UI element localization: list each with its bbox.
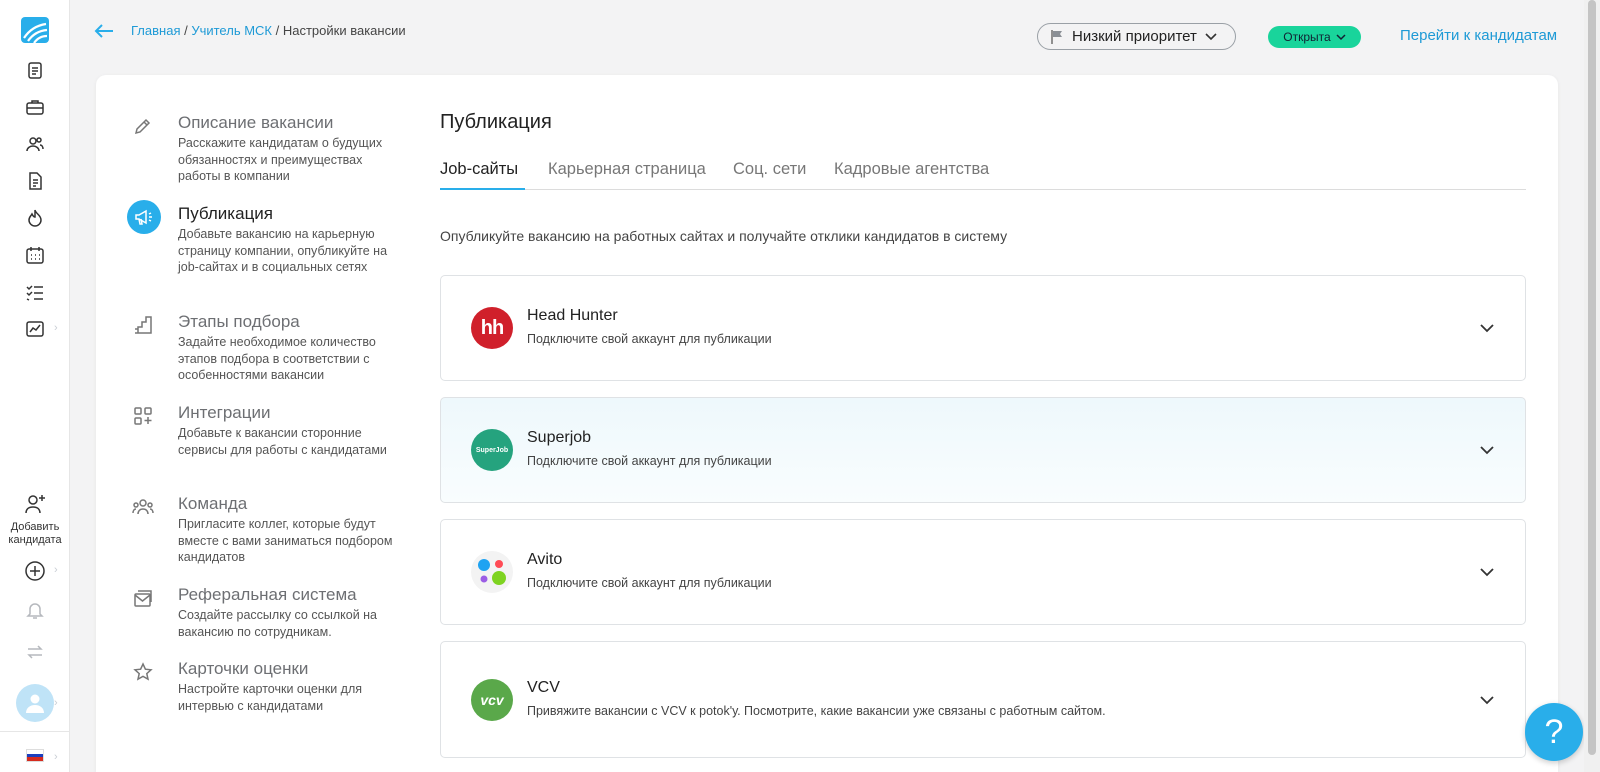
breadcrumb-current: Настройки вакансии	[282, 23, 406, 38]
swap-icon[interactable]	[23, 640, 47, 664]
superjob-logo-text: SuperJob	[475, 446, 509, 454]
document-icon[interactable]	[23, 169, 47, 193]
priority-dropdown[interactable]: Низкий приоритет	[1037, 23, 1236, 50]
site-superjob[interactable]: SuperJob Superjob Подключите свой аккаун…	[440, 397, 1526, 503]
step-desc: Расскажите кандидатам о будущих обязанно…	[178, 136, 383, 183]
step-title: Реферальная система	[178, 585, 357, 604]
headhunter-logo-text: hh	[480, 316, 504, 339]
step-title: Карточки оценки	[178, 659, 309, 678]
vcv-logo-text: vcv	[480, 692, 504, 708]
site-sub: Привяжите вакансии с VCV к potok'у. Посм…	[527, 704, 1106, 718]
breadcrumb-vacancy[interactable]: Учитель МСК	[191, 23, 272, 38]
add-candidate-label-1: Добавить	[10, 521, 60, 533]
status-label: Открыта	[1283, 30, 1331, 44]
step-title: Команда	[178, 494, 248, 513]
publication-intro: Опубликуйте вакансию на работных сайтах …	[440, 228, 1008, 244]
vacancies-icon[interactable]	[23, 58, 47, 82]
briefcase-icon[interactable]	[23, 95, 47, 119]
site-sub: Подключите свой аккаунт для публикации	[527, 332, 772, 346]
goto-candidates-link[interactable]: Перейти к кандидатам	[1400, 27, 1557, 44]
chevron-down-icon	[1205, 32, 1217, 40]
chevron-right-icon[interactable]: ›	[54, 564, 58, 576]
checklist-icon[interactable]	[23, 280, 47, 304]
stairs-icon	[132, 314, 154, 336]
site-avito[interactable]: Avito Подключите свой аккаунт для публик…	[440, 519, 1526, 625]
site-vcv[interactable]: vcv VCV Привяжите вакансии с VCV к potok…	[440, 641, 1526, 758]
add-candidate-label-2: кандидата	[8, 534, 62, 546]
status-dropdown[interactable]: Открыта	[1268, 26, 1361, 48]
potok-logo-icon[interactable]	[20, 16, 50, 44]
back-arrow-icon[interactable]	[93, 22, 115, 40]
superjob-logo-icon: SuperJob	[471, 429, 513, 471]
priority-label: Низкий приоритет	[1072, 28, 1197, 45]
step-desc: Задайте необходимое количество этапов по…	[178, 335, 376, 382]
fire-icon[interactable]	[23, 206, 47, 230]
tab-career-page[interactable]: Карьерная страница	[548, 160, 706, 179]
tab-job-sites[interactable]: Job-сайты	[440, 160, 518, 179]
active-tab-indicator	[440, 188, 525, 190]
breadcrumb-separator: /	[180, 23, 192, 38]
calendar-icon[interactable]	[23, 243, 47, 267]
rail-divider	[0, 731, 70, 732]
chevron-down-icon[interactable]	[1479, 567, 1495, 577]
plus-circle-icon[interactable]	[23, 559, 47, 583]
step-desc: Добавьте вакансию на карьерную страницу …	[178, 227, 388, 274]
site-sub: Подключите свой аккаунт для публикации	[527, 576, 772, 590]
pencil-icon	[132, 115, 154, 137]
site-headhunter[interactable]: hh Head Hunter Подключите свой аккаунт д…	[440, 275, 1526, 381]
step-title: Этапы подбора	[178, 312, 300, 331]
step-desc: Настройте карточки оценки для интервью с…	[178, 682, 363, 713]
add-candidate-button[interactable]: Добавить кандидата	[0, 493, 70, 546]
chevron-down-icon[interactable]	[1479, 695, 1495, 705]
user-icon	[26, 694, 44, 713]
vcv-logo-icon: vcv	[471, 679, 513, 721]
tab-agencies[interactable]: Кадровые агентства	[834, 160, 989, 179]
chevron-down-icon[interactable]	[1479, 323, 1495, 333]
add-user-icon	[25, 495, 45, 514]
publication-tabs: Job-сайты Карьерная страница Соц. сети К…	[440, 160, 1526, 190]
site-name: Avito	[527, 551, 563, 568]
step-title: Описание вакансии	[178, 113, 334, 132]
step-desc: Пригласите коллег, которые будут вместе …	[178, 517, 393, 564]
breadcrumb: Главная / Учитель МСК / Настройки ваканс…	[131, 23, 406, 38]
site-name: VCV	[527, 679, 560, 696]
step-title: Публикация	[178, 204, 274, 223]
mail-icon	[132, 587, 154, 609]
breadcrumb-home[interactable]: Главная	[131, 23, 180, 38]
site-sub: Подключите свой аккаунт для публикации	[527, 454, 772, 468]
candidates-icon[interactable]	[23, 132, 47, 156]
headhunter-logo-icon: hh	[471, 307, 513, 349]
avito-logo-icon	[471, 551, 513, 593]
chevron-right-icon[interactable]: ›	[54, 751, 58, 763]
chevron-right-icon[interactable]: ›	[54, 322, 58, 334]
step-desc: Добавьте к вакансии сторонние сервисы дл…	[178, 426, 387, 457]
site-name: Head Hunter	[527, 307, 618, 324]
step-title: Интеграции	[178, 403, 271, 422]
tab-social[interactable]: Соц. сети	[733, 160, 806, 179]
scrollbar-thumb[interactable]	[1588, 0, 1596, 755]
analytics-icon[interactable]	[23, 317, 47, 341]
site-name: Superjob	[527, 429, 592, 446]
page-title: Публикация	[440, 111, 552, 133]
flag-ru-icon[interactable]	[26, 749, 44, 762]
chevron-down-icon[interactable]	[1479, 445, 1495, 455]
grid-plus-icon	[132, 405, 154, 427]
flag-icon	[1051, 29, 1062, 44]
step-desc: Создайте рассылку со ссылкой на вакансию…	[178, 608, 378, 639]
star-icon	[132, 661, 154, 683]
left-rail: › Добавить кандидата › › ›	[0, 0, 70, 772]
scrollbar[interactable]	[1584, 0, 1600, 772]
help-button[interactable]: ?	[1525, 703, 1583, 761]
breadcrumb-separator: /	[272, 23, 283, 38]
bell-icon[interactable]	[23, 598, 47, 622]
settings-card: Описание вакансии Расскажите кандидатам …	[96, 75, 1558, 772]
megaphone-icon	[127, 200, 161, 234]
chevron-down-icon	[1336, 33, 1346, 40]
avatar[interactable]	[16, 684, 54, 722]
team-icon	[132, 496, 154, 518]
chevron-right-icon[interactable]: ›	[54, 697, 58, 709]
